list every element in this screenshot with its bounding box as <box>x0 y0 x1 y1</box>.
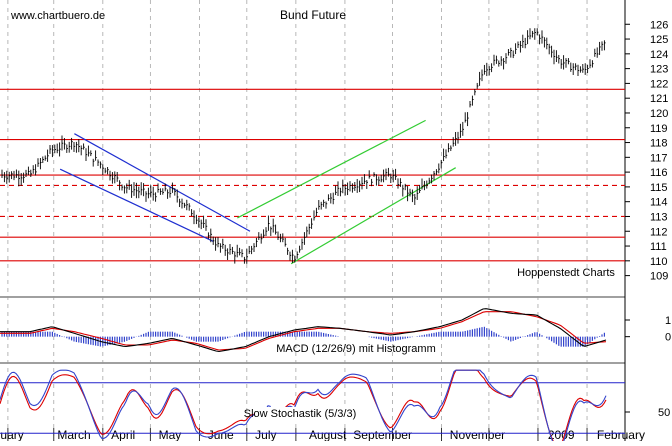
x-tick-label: November <box>450 428 505 441</box>
source-label: Hoppenstedt Charts <box>517 267 615 279</box>
y-tick-label: 114 <box>650 197 668 209</box>
y-tick-label: 116 <box>650 167 668 179</box>
y-tick-label: 123 <box>650 64 668 76</box>
x-tick-label: February <box>597 428 645 441</box>
chart-root: uary March April May June July August September… <box>0 0 672 446</box>
x-tick-label: May <box>159 428 182 441</box>
y-tick-label: 119 <box>650 123 668 135</box>
x-tick-label: July <box>255 428 276 441</box>
macd-tick-label: 0 <box>665 332 671 344</box>
y-tick-label: 126 <box>650 19 668 31</box>
x-tick-label: September <box>353 428 412 441</box>
site-label: www.chartbuero.de <box>10 10 107 22</box>
stoch-tick-label: 50 <box>658 407 670 419</box>
macd-title: MACD (12/26/9) mit Histogramm <box>276 343 436 355</box>
y-tick-label: 118 <box>650 138 668 150</box>
y-tick-label: 112 <box>650 226 668 238</box>
x-tick-label: March <box>57 428 90 441</box>
x-tick-label: uary <box>0 428 23 441</box>
y-tick-label: 115 <box>650 182 668 194</box>
chart-canvas: uary March April May June July August September… <box>0 0 671 446</box>
y-tick-label: 125 <box>650 34 668 46</box>
macd-tick-label: 1 <box>665 315 671 327</box>
y-tick-label: 124 <box>650 49 668 61</box>
x-tick-label: April <box>111 428 135 441</box>
price-bars <box>1 28 606 264</box>
chart-title: Bund Future <box>280 8 346 22</box>
y-tick-label: 120 <box>650 108 668 120</box>
y-tick-label: 121 <box>650 93 668 105</box>
x-tick-label: August <box>309 428 347 441</box>
y-tick-label: 109 <box>650 271 668 283</box>
stoch-title: Slow Stochastik (5/3/3) <box>244 408 357 420</box>
up-channel-line <box>237 119 426 219</box>
up-channel-line <box>290 167 456 265</box>
stoch-d-line <box>0 369 607 446</box>
stoch-k-line <box>0 369 607 446</box>
y-tick-label: 110 <box>650 256 668 268</box>
y-tick-label: 122 <box>650 78 668 90</box>
y-tick-label: 113 <box>650 211 668 223</box>
y-tick-label: 117 <box>650 152 668 164</box>
y-tick-label: 111 <box>650 241 667 253</box>
down-channel-line <box>59 168 214 243</box>
